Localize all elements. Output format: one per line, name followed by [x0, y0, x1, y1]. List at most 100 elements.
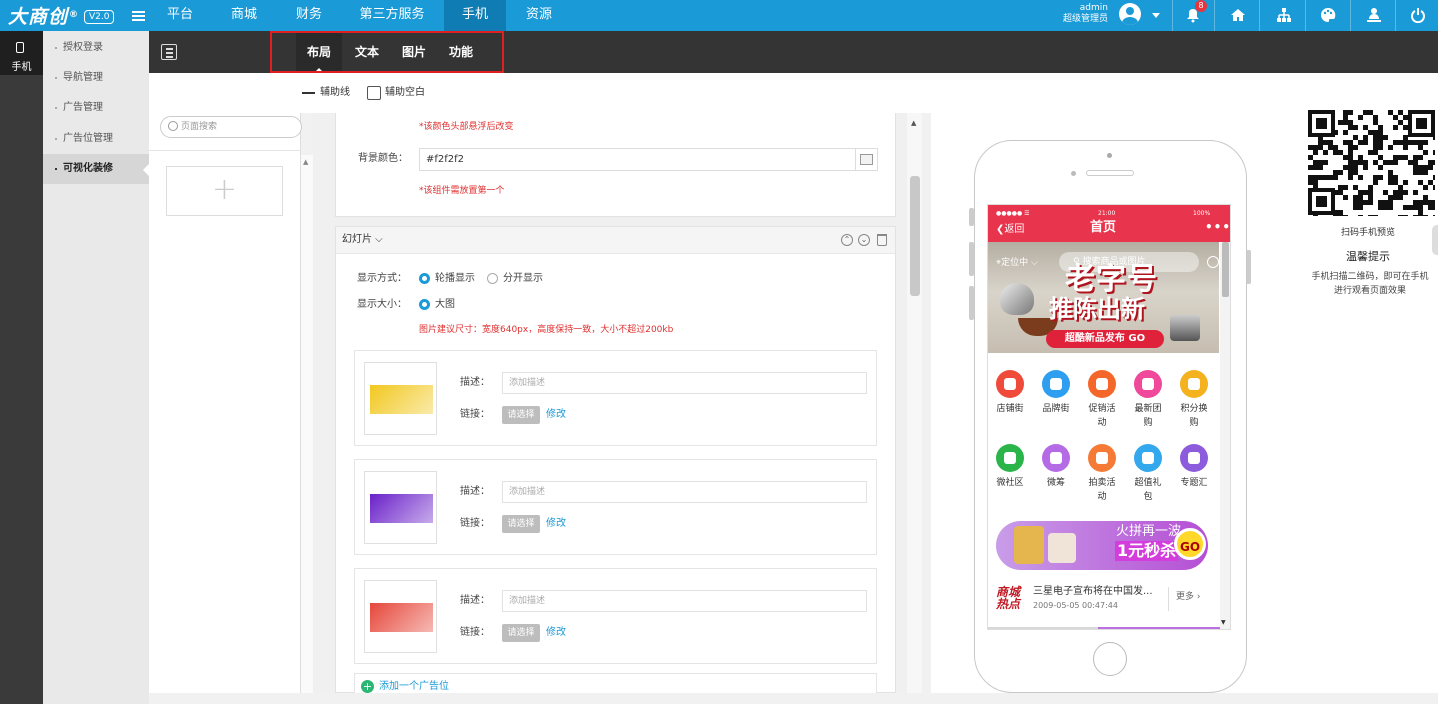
color-picker-button[interactable]: [855, 148, 878, 171]
chevron-down-icon: ⌵: [1028, 258, 1038, 268]
app-icon-label[interactable]: 拍卖活动: [1082, 476, 1122, 504]
slide-thumbnail[interactable]: [364, 362, 437, 435]
plus-circle-icon[interactable]: +: [361, 680, 374, 693]
nav-item-mobile[interactable]: 手机: [444, 0, 506, 31]
slide-thumbnail[interactable]: [364, 580, 437, 653]
slide-desc-input[interactable]: 添加描述: [502, 372, 867, 394]
nav-item-finance[interactable]: 财务: [288, 0, 330, 31]
version-badge: V2.0: [84, 10, 115, 24]
user-dropdown-icon[interactable]: [1152, 13, 1160, 18]
app-icon[interactable]: [1134, 444, 1162, 472]
app-back-button[interactable]: ❮返回: [996, 223, 1024, 237]
slide-desc-input[interactable]: 添加描述: [502, 481, 867, 503]
app-location[interactable]: ⌖定位中 ⌵: [996, 257, 1038, 269]
app-icon-label[interactable]: 最新团购: [1128, 402, 1168, 430]
news-more-link[interactable]: 更多 ›: [1176, 591, 1200, 603]
app-icon-label[interactable]: 微社区: [990, 476, 1030, 490]
app-icon-label[interactable]: 店铺街: [990, 402, 1030, 416]
slide-image: [370, 385, 433, 414]
power-icon[interactable]: [1410, 7, 1426, 24]
news-title[interactable]: 三星电子宣布将在中国发...: [1033, 585, 1165, 599]
nav-item-platform[interactable]: 平台: [160, 0, 200, 31]
promo-go-button[interactable]: GO: [1174, 528, 1206, 560]
scroll-down-icon[interactable]: ▼: [1221, 619, 1226, 626]
more-icon[interactable]: •••: [1205, 220, 1230, 234]
sidebar-item-visual-decoration[interactable]: 可视化装修: [43, 154, 149, 184]
app-back-label: 返回: [1004, 224, 1025, 235]
move-down-icon[interactable]: ⌄: [858, 234, 870, 246]
slide-edit-link[interactable]: 修改: [546, 626, 566, 640]
user-tree-icon[interactable]: [1366, 7, 1382, 23]
guide-blank-label[interactable]: 辅助空白: [385, 85, 425, 101]
menu-toggle-icon[interactable]: [132, 11, 145, 22]
phone-scrollbar-thumb[interactable]: [1222, 242, 1229, 297]
scroll-up-icon[interactable]: ▲: [303, 158, 308, 166]
guide-line-toggle[interactable]: 辅助线: [320, 85, 350, 101]
module-mobile[interactable]: 手机: [0, 31, 43, 75]
slide-desc-label: 描述：: [460, 377, 490, 388]
banner-cta[interactable]: 超酷新品发布 GO: [1046, 330, 1164, 348]
radio-carousel-label[interactable]: 轮播显示: [435, 272, 475, 286]
palette-icon[interactable]: [1320, 7, 1336, 23]
scroll-up-icon[interactable]: ▲: [911, 119, 916, 127]
app-icon[interactable]: [1088, 370, 1116, 398]
radio-large-label[interactable]: 大图: [435, 298, 455, 312]
app-icon[interactable]: [996, 444, 1024, 472]
app-icon[interactable]: [1042, 444, 1070, 472]
guide-blank-checkbox[interactable]: [367, 86, 381, 100]
radio-large[interactable]: [419, 299, 430, 310]
app-icon[interactable]: [1088, 444, 1116, 472]
banner-subheadline: 推陈出新: [1049, 295, 1145, 323]
sidebar-item-ad-manage[interactable]: 广告管理: [43, 93, 149, 123]
message-icon[interactable]: [1207, 256, 1219, 268]
slide-thumbnail[interactable]: [364, 471, 437, 544]
app-icon-label[interactable]: 促销活动: [1082, 402, 1122, 430]
left-module-bar: 手机: [0, 31, 43, 704]
sidebar-item-ad-slot-manage[interactable]: 广告位管理: [43, 124, 149, 154]
app-icon-label[interactable]: 品牌街: [1036, 402, 1076, 416]
slider-title[interactable]: 幻灯片 ⌵: [342, 233, 383, 247]
brand-logo[interactable]: 大商创 ®: [8, 2, 79, 28]
app-icon[interactable]: [1134, 370, 1162, 398]
editor-scrollbar-thumb[interactable]: [910, 176, 920, 296]
slide-choose-button[interactable]: 请选择: [502, 515, 540, 533]
nav-item-mall[interactable]: 商城: [224, 0, 264, 31]
slide-choose-button[interactable]: 请选择: [502, 406, 540, 424]
sidebar: 授权登录 导航管理 广告管理 广告位管理 可视化装修: [43, 31, 149, 704]
radio-separate-label[interactable]: 分开显示: [503, 272, 543, 286]
app-icon[interactable]: [996, 370, 1024, 398]
promo-line2: 1元秒杀: [1115, 541, 1179, 561]
radio-separate[interactable]: [487, 273, 498, 284]
add-page-button[interactable]: +: [166, 166, 283, 216]
trash-icon[interactable]: [877, 234, 887, 246]
nav-item-third-party[interactable]: 第三方服务: [352, 0, 432, 31]
app-icon-label[interactable]: 超值礼包: [1128, 476, 1168, 504]
app-icon-label[interactable]: 专题汇: [1174, 476, 1214, 490]
app-icon[interactable]: [1180, 370, 1208, 398]
nav-item-resources[interactable]: 资源: [518, 0, 560, 31]
app-icon[interactable]: [1042, 370, 1070, 398]
sidebar-item-auth-login[interactable]: 授权登录: [43, 33, 149, 63]
app-icon-label[interactable]: 积分换购: [1174, 402, 1214, 430]
sitemap-icon[interactable]: [1276, 7, 1292, 23]
phone-scrollbar[interactable]: [1220, 242, 1230, 629]
user-info[interactable]: admin 超级管理员: [1062, 3, 1108, 25]
slide-choose-button[interactable]: 请选择: [502, 624, 540, 642]
panel-edge-handle[interactable]: [1432, 225, 1438, 255]
radio-carousel[interactable]: [419, 273, 430, 284]
slide-desc-input[interactable]: 添加描述: [502, 590, 867, 612]
add-ad-slot-link[interactable]: 添加一个广告位: [379, 681, 449, 693]
app-icon[interactable]: [1180, 444, 1208, 472]
move-up-icon[interactable]: ⌃: [841, 234, 853, 246]
sidebar-item-label: 授权登录: [63, 42, 103, 53]
app-icon-label[interactable]: 微筹: [1036, 476, 1076, 490]
slide-edit-link[interactable]: 修改: [546, 517, 566, 531]
slide-edit-link[interactable]: 修改: [546, 408, 566, 422]
bg-color-input[interactable]: #f2f2f2: [419, 148, 857, 171]
page-list-icon[interactable]: [161, 44, 177, 60]
page-panel-scrollbar[interactable]: [301, 155, 313, 693]
home-icon[interactable]: [1230, 7, 1246, 23]
avatar[interactable]: [1119, 3, 1141, 25]
phone-screen[interactable]: ●●●●● ☰ 21:00 100% ❮返回 首页 ••• ⌖定位中 ⌵ ⚲ 搜…: [987, 204, 1231, 630]
sidebar-item-nav-manage[interactable]: 导航管理: [43, 63, 149, 93]
